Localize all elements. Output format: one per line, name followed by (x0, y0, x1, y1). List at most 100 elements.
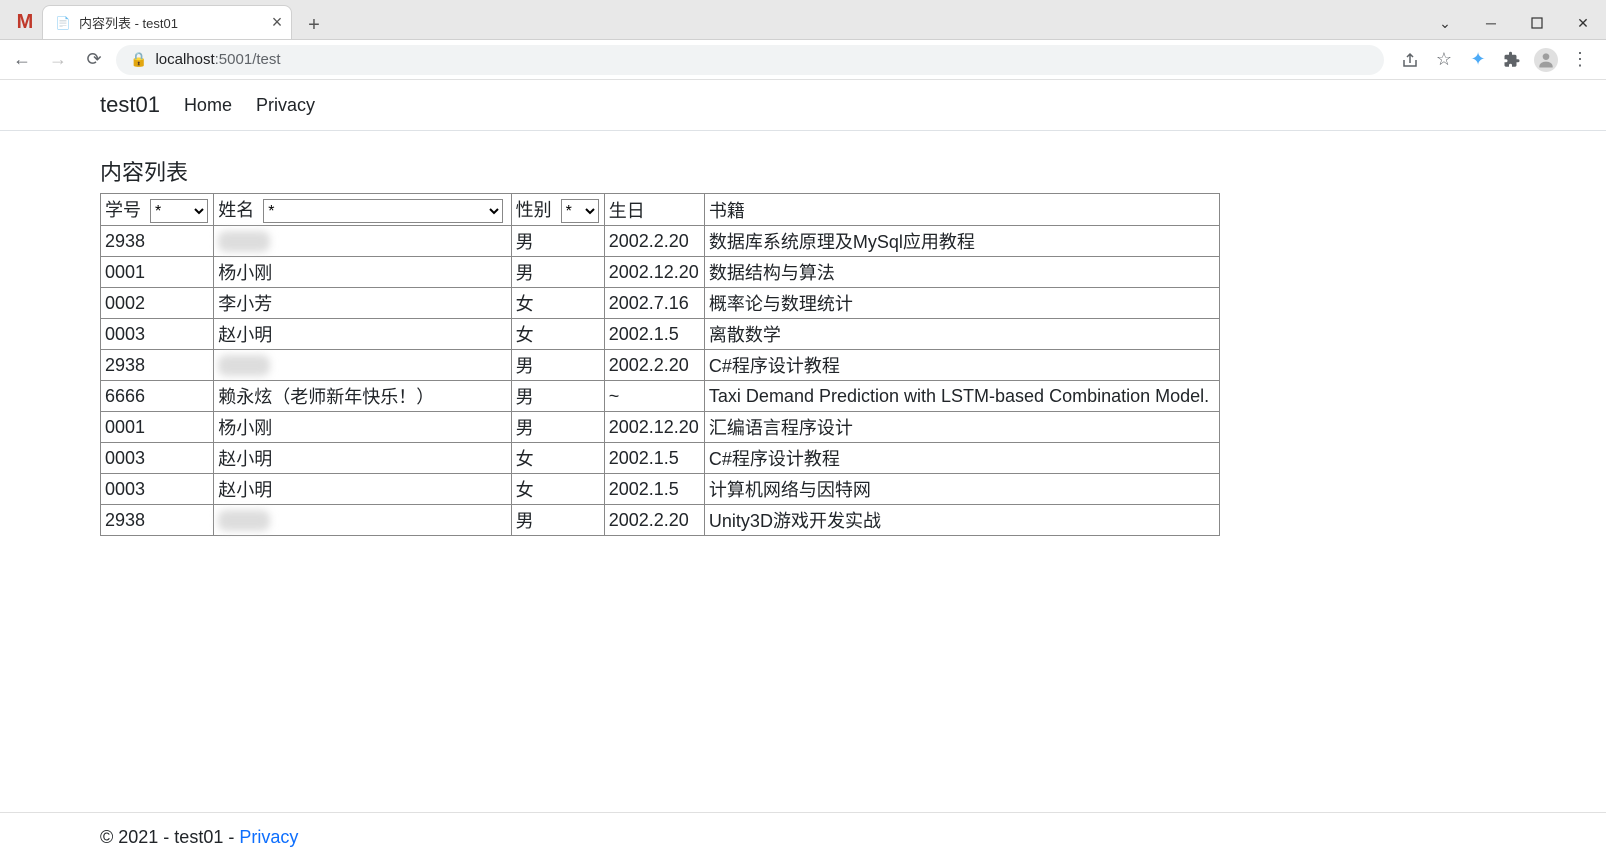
table-row: 6666赖永炫（老师新年快乐！）男~Taxi Demand Prediction… (101, 381, 1220, 412)
cell-gender: 男 (511, 412, 604, 443)
content-table: 学号 * 姓名 * 性别 * (100, 193, 1220, 536)
page-heading: 内容列表 (100, 155, 1506, 187)
table-row: 2938xxxx男2002.2.20Unity3D游戏开发实战 (101, 505, 1220, 536)
cell-book: 数据结构与算法 (704, 257, 1219, 288)
back-button[interactable]: ← (8, 46, 36, 74)
cell-birthday: 2002.2.20 (604, 226, 704, 257)
filter-gender-select[interactable]: * (561, 199, 599, 223)
extensions-puzzle-icon[interactable] (1500, 48, 1524, 72)
col-gender-header: 性别 * (511, 194, 604, 226)
share-icon[interactable] (1398, 48, 1422, 72)
cell-book: Unity3D游戏开发实战 (704, 505, 1219, 536)
cell-book: C#程序设计教程 (704, 350, 1219, 381)
brand-title[interactable]: test01 (100, 92, 160, 118)
chevron-down-icon[interactable]: ⌄ (1422, 7, 1468, 39)
cell-book: 概率论与数理统计 (704, 288, 1219, 319)
cell-id: 0003 (101, 319, 214, 350)
cell-gender: 女 (511, 319, 604, 350)
cell-birthday: 2002.1.5 (604, 443, 704, 474)
col-book-header: 书籍 (704, 194, 1219, 226)
cell-id: 6666 (101, 381, 214, 412)
minimize-button[interactable]: ─ (1468, 7, 1514, 39)
cell-id: 0001 (101, 412, 214, 443)
browser-addressbar: ← → ⟳ 🔒 localhost:5001/test ☆ ✦ ⋮ (0, 40, 1606, 80)
browser-tabbar: M 📄 内容列表 - test01 × + ⌄ ─ ✕ (0, 0, 1606, 40)
table-row: 0003赵小明女2002.1.5离散数学 (101, 319, 1220, 350)
cell-name: 杨小刚 (214, 412, 511, 443)
tab-close-button[interactable]: × (267, 13, 287, 33)
cell-gender: 男 (511, 257, 604, 288)
cell-name: 李小芳 (214, 288, 511, 319)
cell-birthday: 2002.1.5 (604, 474, 704, 505)
cell-gender: 男 (511, 381, 604, 412)
cell-birthday: 2002.2.20 (604, 505, 704, 536)
cell-book: 数据库系统原理及MySql应用教程 (704, 226, 1219, 257)
tab-title: 内容列表 - test01 (79, 13, 259, 32)
cell-name: xxxx (214, 226, 511, 257)
cell-book: 离散数学 (704, 319, 1219, 350)
cell-birthday: 2002.2.20 (604, 350, 704, 381)
browser-tab[interactable]: 📄 内容列表 - test01 × (42, 5, 292, 39)
bookmark-star-icon[interactable]: ☆ (1432, 48, 1456, 72)
table-row: 2938xxxx男2002.2.20数据库系统原理及MySql应用教程 (101, 226, 1220, 257)
cell-gender: 男 (511, 226, 604, 257)
cell-name: xxxx (214, 505, 511, 536)
col-id-header: 学号 * (101, 194, 214, 226)
table-row: 0001杨小刚男2002.12.20汇编语言程序设计 (101, 412, 1220, 443)
url-text: localhost:5001/test (155, 51, 1370, 68)
cell-gender: 女 (511, 474, 604, 505)
cell-id: 2938 (101, 505, 214, 536)
cell-birthday: 2002.7.16 (604, 288, 704, 319)
cell-gender: 男 (511, 505, 604, 536)
footer-privacy-link[interactable]: Privacy (239, 827, 298, 847)
filter-name-select[interactable]: * (263, 199, 503, 223)
nav-link-home[interactable]: Home (184, 95, 232, 116)
footer-text: © 2021 - test01 - (100, 827, 239, 847)
col-name-header: 姓名 * (214, 194, 511, 226)
table-row: 0001杨小刚男2002.12.20数据结构与算法 (101, 257, 1220, 288)
kebab-menu-icon[interactable]: ⋮ (1568, 48, 1592, 72)
cell-gender: 女 (511, 288, 604, 319)
cell-id: 0002 (101, 288, 214, 319)
app-m-icon: M (8, 5, 42, 39)
cell-id: 2938 (101, 350, 214, 381)
reload-button[interactable]: ⟳ (80, 46, 108, 74)
cell-id: 0001 (101, 257, 214, 288)
cell-book: Taxi Demand Prediction with LSTM-based C… (704, 381, 1219, 412)
forward-button[interactable]: → (44, 46, 72, 74)
url-input[interactable]: 🔒 localhost:5001/test (116, 45, 1384, 75)
col-birthday-header: 生日 (604, 194, 704, 226)
filter-id-select[interactable]: * (150, 199, 208, 223)
cell-book: 计算机网络与因特网 (704, 474, 1219, 505)
table-row: 0003赵小明女2002.1.5计算机网络与因特网 (101, 474, 1220, 505)
tab-favicon-icon: 📄 (55, 15, 71, 31)
new-tab-button[interactable]: + (300, 11, 328, 39)
cell-birthday: 2002.1.5 (604, 319, 704, 350)
cell-name: xxxx (214, 350, 511, 381)
cell-book: 汇编语言程序设计 (704, 412, 1219, 443)
cell-birthday: ~ (604, 381, 704, 412)
cell-book: C#程序设计教程 (704, 443, 1219, 474)
maximize-button[interactable] (1514, 7, 1560, 39)
table-row: 0002李小芳女2002.7.16概率论与数理统计 (101, 288, 1220, 319)
cell-id: 0003 (101, 474, 214, 505)
maximize-icon (1531, 17, 1543, 29)
bird-extension-icon[interactable]: ✦ (1466, 48, 1490, 72)
site-navbar: test01 Home Privacy (0, 80, 1606, 131)
cell-name: 赵小明 (214, 319, 511, 350)
cell-id: 0003 (101, 443, 214, 474)
cell-name: 赖永炫（老师新年快乐！） (214, 381, 511, 412)
cell-name: 赵小明 (214, 474, 511, 505)
cell-birthday: 2002.12.20 (604, 412, 704, 443)
table-row: 2938xxxx男2002.2.20C#程序设计教程 (101, 350, 1220, 381)
cell-name: 杨小刚 (214, 257, 511, 288)
nav-link-privacy[interactable]: Privacy (256, 95, 315, 116)
cell-gender: 男 (511, 350, 604, 381)
profile-avatar-icon[interactable] (1534, 48, 1558, 72)
table-row: 0003赵小明女2002.1.5C#程序设计教程 (101, 443, 1220, 474)
cell-birthday: 2002.12.20 (604, 257, 704, 288)
cell-id: 2938 (101, 226, 214, 257)
close-window-button[interactable]: ✕ (1560, 7, 1606, 39)
cell-gender: 女 (511, 443, 604, 474)
cell-name: 赵小明 (214, 443, 511, 474)
